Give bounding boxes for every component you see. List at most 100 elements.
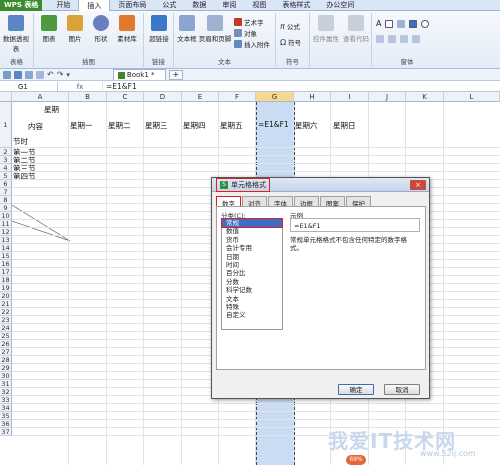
redo-icon[interactable]: ↷ xyxy=(57,70,64,79)
tab-table-style[interactable]: 表格样式 xyxy=(274,0,318,11)
column-header[interactable]: A xyxy=(12,92,69,102)
row-header[interactable]: 8 xyxy=(0,196,12,204)
column-header[interactable]: L xyxy=(444,92,500,102)
add-tab-button[interactable]: + xyxy=(168,69,184,80)
column-header[interactable]: J xyxy=(369,92,406,102)
row-header[interactable]: 5 xyxy=(0,172,12,180)
row-header[interactable]: 13 xyxy=(0,236,12,244)
tab-insert[interactable]: 插入 xyxy=(78,0,111,11)
cell-header[interactable]: 星期一 xyxy=(70,120,93,131)
column-header[interactable]: D xyxy=(144,92,182,102)
checkbox-control-icon[interactable] xyxy=(409,19,418,28)
category-item[interactable]: 货币 xyxy=(222,236,282,244)
category-item[interactable]: 分数 xyxy=(222,278,282,286)
object-button[interactable]: 对象 xyxy=(234,28,257,38)
row-header[interactable]: 1 xyxy=(0,102,12,148)
row-header[interactable]: 2 xyxy=(0,148,12,156)
row-header[interactable]: 29 xyxy=(0,364,12,372)
row-header[interactable]: 34 xyxy=(0,404,12,412)
row-header[interactable]: 19 xyxy=(0,284,12,292)
header-footer-button[interactable]: 页眉和页脚 xyxy=(198,15,232,43)
cell-row-label[interactable]: 第四节 xyxy=(13,171,36,182)
row-header[interactable]: 25 xyxy=(0,332,12,340)
formula-button[interactable]: π 公式 xyxy=(280,21,300,32)
new-file-icon[interactable] xyxy=(3,70,11,79)
listbox-control-icon[interactable] xyxy=(376,35,384,43)
category-item[interactable]: 日期 xyxy=(222,253,282,261)
attachment-button[interactable]: 插入附件 xyxy=(234,39,270,49)
row-header[interactable]: 36 xyxy=(0,420,12,428)
category-list[interactable]: 常规 数值 货币 会计专用 日期 时间 百分比 分数 科学记数 文本 特殊 自定… xyxy=(221,217,283,330)
formula-input[interactable]: =E1&F1 xyxy=(103,82,137,91)
workbook-tab[interactable]: Book1 * xyxy=(112,69,166,80)
cell-header[interactable]: 星期六 xyxy=(295,120,318,131)
row-header[interactable]: 11 xyxy=(0,220,12,228)
tab-office-space[interactable]: 办公空间 xyxy=(318,0,362,11)
wps-logo[interactable]: WPS 表格 xyxy=(0,0,43,11)
category-item[interactable]: 文本 xyxy=(222,295,282,303)
row-header[interactable]: 20 xyxy=(0,292,12,300)
close-button[interactable]: × xyxy=(410,180,426,190)
row-header[interactable]: 33 xyxy=(0,396,12,404)
row-header[interactable]: 12 xyxy=(0,228,12,236)
cell-header[interactable]: 星期二 xyxy=(108,120,131,131)
column-header[interactable]: C xyxy=(107,92,144,102)
row-header[interactable]: 22 xyxy=(0,308,12,316)
column-header[interactable]: H xyxy=(294,92,331,102)
category-item[interactable]: 会计专用 xyxy=(222,244,282,252)
scrollbar-control-icon[interactable] xyxy=(412,35,420,43)
row-header[interactable]: 4 xyxy=(0,164,12,172)
row-header[interactable]: 9 xyxy=(0,204,12,212)
clipart-button[interactable]: 素材库 xyxy=(114,15,140,43)
symbol-button[interactable]: Ω 符号 xyxy=(280,37,301,48)
category-item[interactable]: 科学记数 xyxy=(222,286,282,294)
tab-view[interactable]: 视图 xyxy=(244,0,274,11)
row-header[interactable]: 14 xyxy=(0,244,12,252)
row-header[interactable]: 31 xyxy=(0,380,12,388)
save-icon[interactable] xyxy=(14,70,22,79)
category-item[interactable]: 百分比 xyxy=(222,269,282,277)
fx-button[interactable]: fx xyxy=(58,81,103,92)
tab-formulas[interactable]: 公式 xyxy=(154,0,184,11)
column-header[interactable]: I xyxy=(331,92,369,102)
row-header[interactable]: 32 xyxy=(0,388,12,396)
button-control-icon[interactable] xyxy=(397,19,406,28)
column-header[interactable]: F xyxy=(219,92,256,102)
row-header[interactable]: 6 xyxy=(0,180,12,188)
column-header[interactable]: B xyxy=(69,92,107,102)
corner-select-all[interactable] xyxy=(0,92,12,102)
row-header[interactable]: 15 xyxy=(0,252,12,260)
row-header[interactable]: 27 xyxy=(0,348,12,356)
tab-data[interactable]: 数据 xyxy=(184,0,214,11)
spinner-control-icon[interactable] xyxy=(400,35,408,43)
row-header[interactable]: 30 xyxy=(0,372,12,380)
row-header[interactable]: 26 xyxy=(0,340,12,348)
row-header[interactable]: 35 xyxy=(0,412,12,420)
row-header[interactable]: 3 xyxy=(0,156,12,164)
row-header[interactable]: 37 xyxy=(0,428,12,436)
undo-icon[interactable]: ↶ xyxy=(47,70,54,79)
row-header[interactable]: 28 xyxy=(0,356,12,364)
cell-header[interactable]: 星期日 xyxy=(333,120,356,131)
shapes-button[interactable]: 形状 xyxy=(88,15,114,43)
ok-button[interactable]: 确定 xyxy=(338,384,374,395)
tab-review[interactable]: 审阅 xyxy=(214,0,244,11)
row-header[interactable]: 23 xyxy=(0,316,12,324)
column-header-selected[interactable]: G xyxy=(256,92,294,102)
textbox-button[interactable]: 文本框 xyxy=(174,15,200,43)
cell-header[interactable]: 星期三 xyxy=(145,120,168,131)
row-header[interactable]: 18 xyxy=(0,276,12,284)
tab-home[interactable]: 开始 xyxy=(48,0,78,11)
row-header[interactable]: 24 xyxy=(0,324,12,332)
dialog-title-bar[interactable]: S 单元格格式 xyxy=(212,177,429,192)
row-header[interactable]: 10 xyxy=(0,212,12,220)
print-icon[interactable] xyxy=(25,70,33,79)
row-header[interactable]: 7 xyxy=(0,188,12,196)
row-header[interactable]: 21 xyxy=(0,300,12,308)
name-box[interactable]: G1 xyxy=(0,81,58,92)
picture-button[interactable]: 图片 xyxy=(62,15,88,43)
column-header[interactable]: K xyxy=(406,92,444,102)
row-header[interactable]: 16 xyxy=(0,260,12,268)
column-header[interactable]: E xyxy=(182,92,219,102)
textbox-control-icon[interactable] xyxy=(385,19,394,28)
